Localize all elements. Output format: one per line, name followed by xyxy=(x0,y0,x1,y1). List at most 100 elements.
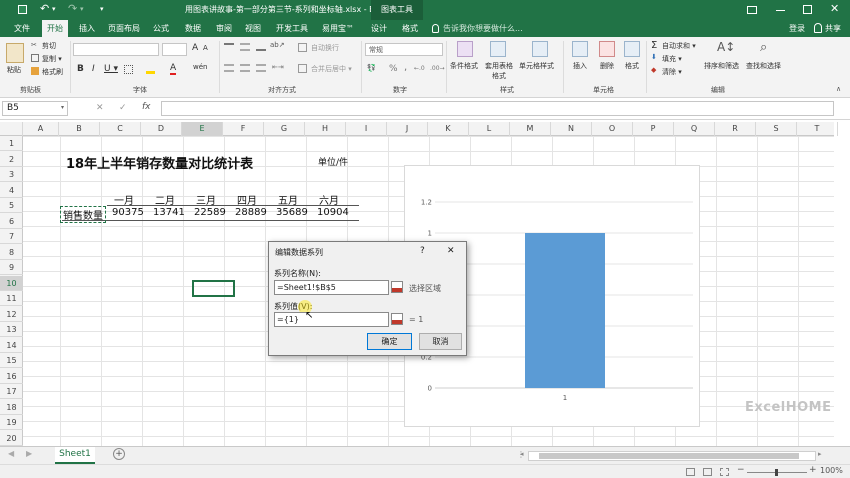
range-select-icon[interactable] xyxy=(391,313,403,325)
scroll-right-icon[interactable]: ▸ xyxy=(818,450,822,458)
series-name-input[interactable]: =Sheet1!$B$5 xyxy=(274,280,389,295)
help-icon[interactable]: ? xyxy=(420,246,425,256)
sigma-icon[interactable]: Σ xyxy=(651,40,657,51)
zoom-in-button[interactable]: + xyxy=(809,465,817,475)
table-title[interactable]: 18年上半年销存数量对比统计表 xyxy=(66,153,253,172)
format-cells-icon[interactable] xyxy=(624,41,640,57)
scroll-left-icon[interactable]: ◂ xyxy=(520,450,524,458)
paste-icon[interactable] xyxy=(6,43,24,63)
column-header-r[interactable]: R xyxy=(715,122,756,136)
border-icon[interactable] xyxy=(124,65,133,74)
close-icon[interactable]: ✕ xyxy=(447,246,455,256)
bold-button[interactable]: B xyxy=(77,64,84,74)
month-may[interactable]: 五月 xyxy=(278,192,298,207)
row-header-12[interactable]: 12 xyxy=(0,307,23,322)
row-header-11[interactable]: 11 xyxy=(0,291,23,306)
wrap-text-icon[interactable] xyxy=(298,43,307,52)
ok-button[interactable]: 确定 xyxy=(367,333,412,350)
copy-button[interactable]: 复制 ▾ xyxy=(42,54,62,64)
row-header-8[interactable]: 8 xyxy=(0,245,23,260)
redo-icon[interactable]: ↷ xyxy=(68,2,77,15)
row-header-9[interactable]: 9 xyxy=(0,260,23,275)
sign-in-link[interactable]: 登录 xyxy=(789,20,805,37)
chart-bar[interactable] xyxy=(525,233,605,388)
sales-row-label[interactable]: 销售数量 xyxy=(60,206,106,223)
percent-button[interactable]: % xyxy=(389,64,398,74)
wrap-text-button[interactable]: 自动换行 xyxy=(311,43,339,53)
sales-value-jan[interactable]: 90375 xyxy=(112,207,144,218)
chevron-down-icon[interactable]: ▾ xyxy=(61,104,64,111)
series-values-input[interactable]: ={1} xyxy=(274,312,389,327)
column-header-p[interactable]: P xyxy=(633,122,674,136)
sort-filter-icon[interactable]: A↕ xyxy=(717,40,735,54)
column-header-e[interactable]: E xyxy=(182,122,223,136)
row-header-6[interactable]: 6 xyxy=(0,214,23,229)
tab-format[interactable]: 格式 xyxy=(402,20,418,37)
table-format-button[interactable]: 套用表格格式 xyxy=(482,61,516,81)
share-button[interactable]: 共享 xyxy=(825,20,841,37)
insert-function-icon[interactable]: fx xyxy=(142,102,151,112)
paste-button[interactable]: 粘贴 xyxy=(7,65,21,75)
cell-styles-button[interactable]: 单元格样式 xyxy=(519,61,554,71)
normal-view-icon[interactable] xyxy=(686,468,695,476)
copy-icon[interactable] xyxy=(31,54,39,62)
column-header-m[interactable]: M xyxy=(510,122,551,136)
row-header-13[interactable]: 13 xyxy=(0,322,23,337)
undo-dropdown-icon[interactable]: ▾ xyxy=(52,5,56,13)
horizontal-scrollbar[interactable] xyxy=(528,451,816,461)
sales-value-mar[interactable]: 22589 xyxy=(194,207,226,218)
page-break-icon[interactable] xyxy=(720,468,729,476)
italic-button[interactable]: I xyxy=(92,64,95,74)
sales-value-may[interactable]: 35689 xyxy=(276,207,308,218)
row-header-15[interactable]: 15 xyxy=(0,353,23,368)
column-header-o[interactable]: O xyxy=(592,122,633,136)
month-mar[interactable]: 三月 xyxy=(196,192,216,207)
column-header-c[interactable]: C xyxy=(100,122,141,136)
shrink-font-button[interactable]: A xyxy=(203,44,208,52)
column-header-t[interactable]: T xyxy=(797,122,838,136)
scrollbar-thumb[interactable] xyxy=(539,453,799,459)
row-header-2[interactable]: 2 xyxy=(0,152,23,167)
column-header-a[interactable]: A xyxy=(23,122,59,136)
row-header-14[interactable]: 14 xyxy=(0,338,23,353)
insert-cells-icon[interactable] xyxy=(572,41,588,57)
font-color-button[interactable]: A xyxy=(170,63,177,75)
column-header-l[interactable]: L xyxy=(469,122,510,136)
sales-value-jun[interactable]: 10904 xyxy=(317,207,349,218)
tab-developer[interactable]: 开发工具 xyxy=(276,20,308,37)
grow-font-button[interactable]: A xyxy=(192,43,198,53)
row-header-19[interactable]: 19 xyxy=(0,415,23,430)
tab-file[interactable]: 文件 xyxy=(14,20,30,37)
autosum-button[interactable]: 自动求和 ▾ xyxy=(662,41,696,51)
tab-review[interactable]: 审阅 xyxy=(216,20,232,37)
add-sheet-button[interactable]: + xyxy=(113,448,125,460)
tab-data[interactable]: 数据 xyxy=(185,20,201,37)
sales-value-feb[interactable]: 13741 xyxy=(153,207,185,218)
row-header-16[interactable]: 16 xyxy=(0,369,23,384)
eraser-icon[interactable]: ◆ xyxy=(651,66,656,74)
month-jun[interactable]: 六月 xyxy=(319,192,339,207)
decrease-decimal-icon[interactable]: .00→ xyxy=(430,65,445,72)
column-header-i[interactable]: I xyxy=(346,122,387,136)
sort-filter-button[interactable]: 排序和筛选 xyxy=(704,61,739,71)
align-left-icon[interactable] xyxy=(224,64,234,72)
tell-me-search[interactable]: 告诉我你想要做什么... xyxy=(443,20,523,37)
month-jan[interactable]: 一月 xyxy=(114,192,134,207)
column-header-j[interactable]: J xyxy=(387,122,428,136)
column-header-f[interactable]: F xyxy=(223,122,264,136)
tab-view[interactable]: 视图 xyxy=(245,20,261,37)
enter-formula-icon[interactable]: ✓ xyxy=(119,103,127,113)
column-header-h[interactable]: H xyxy=(305,122,346,136)
ribbon-display-icon[interactable] xyxy=(747,6,757,14)
format-cells-button[interactable]: 格式 xyxy=(625,61,639,71)
number-format-box[interactable]: 常规 xyxy=(365,43,443,56)
sales-value-apr[interactable]: 28889 xyxy=(235,207,267,218)
indent-icon[interactable]: ⇤⇥ xyxy=(272,63,284,71)
row-header-1[interactable]: 1 xyxy=(0,136,23,151)
column-header-q[interactable]: Q xyxy=(674,122,715,136)
month-apr[interactable]: 四月 xyxy=(237,192,257,207)
tab-home[interactable]: 开始 xyxy=(42,20,68,37)
name-box[interactable]: B5 ▾ xyxy=(2,101,68,116)
brush-icon[interactable] xyxy=(31,67,39,75)
orientation-icon[interactable]: ab↗ xyxy=(270,41,285,49)
